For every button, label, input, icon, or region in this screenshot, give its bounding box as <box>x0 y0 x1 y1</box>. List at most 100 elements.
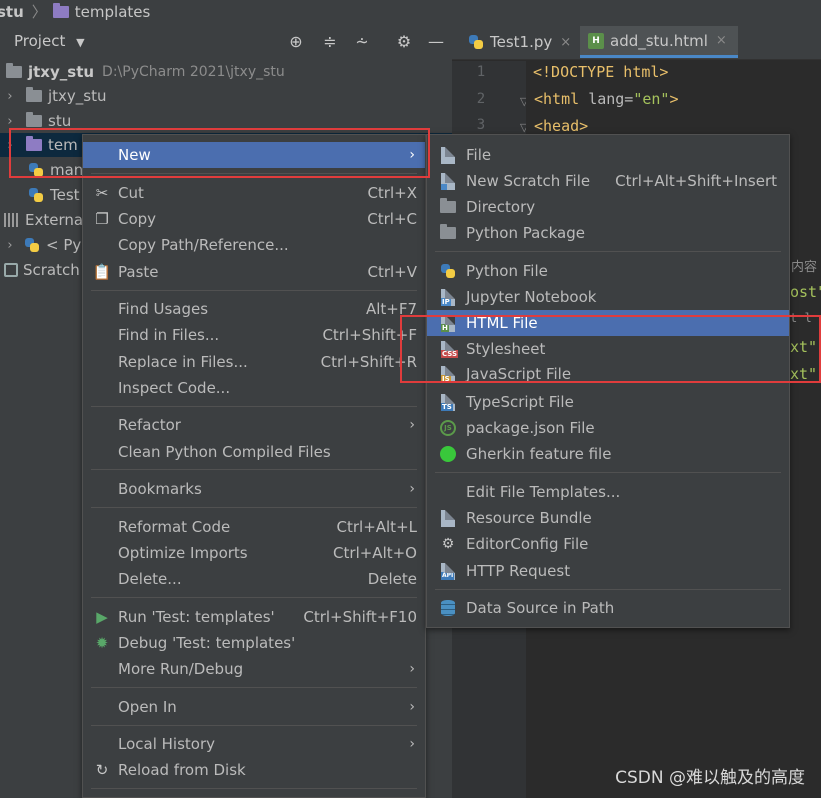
chevron-right-icon[interactable]: › <box>4 114 16 129</box>
submenu-item-editorconfig[interactable]: ⚙ EditorConfig File <box>427 531 789 557</box>
menu-separator <box>91 597 417 598</box>
menu-item-open-in[interactable]: Open In › <box>83 694 425 720</box>
menu-item-more-run-debug[interactable]: More Run/Debug › <box>83 656 425 682</box>
submenu-item-python-file[interactable]: Python File <box>427 258 789 284</box>
chevron-right-icon: › <box>409 699 415 715</box>
menu-item-local-history[interactable]: Local History › <box>83 731 425 757</box>
submenu-item-new-scratch-file[interactable]: New Scratch File Ctrl+Alt+Shift+Insert <box>427 168 789 194</box>
tree-item-python-sdk[interactable]: › < Py <box>4 233 81 257</box>
minimize-icon[interactable]: — <box>426 32 446 51</box>
expand-icon[interactable]: ≑ <box>320 32 340 51</box>
menu-item-find-in-files[interactable]: Find in Files... Ctrl+Shift+F <box>83 322 425 348</box>
submenu-item-directory[interactable]: Directory <box>427 194 789 220</box>
code-fragment: ost" <box>790 283 821 301</box>
library-icon <box>4 213 20 227</box>
tree-item-test[interactable]: Test <box>28 183 80 207</box>
annotation-box-html-file <box>400 315 821 383</box>
menu-item-refactor[interactable]: Refactor › <box>83 412 425 438</box>
menu-item-delete[interactable]: Delete... Delete <box>83 566 425 592</box>
menu-item-replace-in-files[interactable]: Replace in Files... Ctrl+Shift+R <box>83 349 425 375</box>
scratch-icon <box>4 263 18 277</box>
menu-separator <box>91 406 417 407</box>
collapse-icon[interactable]: ⩪ <box>352 32 372 51</box>
menu-item-reformat-code[interactable]: Reformat Code Ctrl+Alt+L <box>83 514 425 540</box>
submenu-item-shortcut: Ctrl+Alt+Shift+Insert <box>615 172 777 190</box>
code-line: <html lang="en"> <box>534 90 679 108</box>
gear-icon[interactable]: ⚙ <box>394 32 414 51</box>
submenu-item-gherkin-feature[interactable]: Gherkin feature file <box>427 441 789 467</box>
menu-separator <box>91 290 417 291</box>
line-number: 3 <box>476 117 486 133</box>
menu-item-label: Local History <box>118 735 216 753</box>
tree-item-label: jtxy_stu <box>48 87 107 105</box>
submenu-item-data-source-in-path[interactable]: Data Source in Path <box>427 595 789 621</box>
package-folder-icon <box>439 224 457 242</box>
menu-item-label: Find in Files... <box>118 326 220 344</box>
submenu-item-package-json[interactable]: JS package.json File <box>427 415 789 441</box>
menu-item-copy-path[interactable]: Copy Path/Reference... <box>83 232 425 258</box>
tab-label: Test1.py <box>490 33 553 51</box>
close-icon[interactable]: × <box>716 33 727 48</box>
menu-item-label: Refactor <box>118 416 181 434</box>
menu-item-paste[interactable]: 📋 Paste Ctrl+V <box>83 259 425 285</box>
close-icon[interactable]: × <box>560 35 571 50</box>
python-file-icon <box>468 34 484 50</box>
tree-item-external-libraries[interactable]: Externa <box>4 208 83 232</box>
menu-item-shortcut: Ctrl+Alt+L <box>336 518 418 536</box>
submenu-item-python-package[interactable]: Python Package <box>427 220 789 246</box>
target-icon[interactable]: ⊕ <box>286 32 306 51</box>
menu-item-run[interactable]: ▶ Run 'Test: templates' Ctrl+Shift+F10 <box>83 604 425 630</box>
line-number: 2 <box>476 91 486 107</box>
folder-icon <box>26 87 42 102</box>
python-file-icon <box>439 262 457 280</box>
submenu-item-label: File <box>466 146 492 164</box>
menu-item-debug[interactable]: ✹ Debug 'Test: templates' <box>83 630 425 656</box>
menu-item-label: Reformat Code <box>118 518 231 536</box>
menu-item-shortcut: Ctrl+Shift+F10 <box>303 608 417 626</box>
menu-item-label: Reload from Disk <box>118 761 246 779</box>
tree-item-label: Externa <box>25 211 84 229</box>
menu-item-inspect-code[interactable]: Inspect Code... <box>83 375 425 401</box>
tab-add-stu-html[interactable]: H add_stu.html × <box>580 26 738 58</box>
project-view-selector[interactable]: Project ▼ <box>14 32 85 50</box>
file-icon <box>439 146 457 164</box>
menu-item-find-usages[interactable]: Find Usages Alt+F7 <box>83 296 425 322</box>
submenu-item-http-request[interactable]: API HTTP Request <box>427 558 789 584</box>
line-number: 1 <box>476 64 486 80</box>
menu-separator <box>91 507 417 508</box>
project-panel-header: Project ▼ ⊕ ≑ ⩪ ⚙ — <box>0 28 452 56</box>
typescript-file-icon: TS <box>439 393 457 411</box>
folder-icon <box>439 198 457 216</box>
gear-icon: ⚙ <box>441 536 455 552</box>
menu-item-copy[interactable]: ❐ Copy Ctrl+C <box>83 206 425 232</box>
menu-item-bookmarks[interactable]: Bookmarks › <box>83 476 425 502</box>
submenu-item-file[interactable]: File <box>427 142 789 168</box>
menu-item-label: Clean Python Compiled Files <box>118 443 331 461</box>
jupyter-notebook-icon: IP <box>439 288 457 306</box>
menu-item-label: Run 'Test: templates' <box>118 608 275 626</box>
chevron-right-icon: › <box>409 661 415 677</box>
breadcrumb-project[interactable]: stu <box>0 4 24 20</box>
submenu-item-label: EditorConfig File <box>466 535 589 553</box>
menu-item-clean-python-compiled[interactable]: Clean Python Compiled Files <box>83 439 425 465</box>
chevron-right-icon[interactable]: › <box>4 89 16 104</box>
debug-icon: ✹ <box>95 634 109 652</box>
menu-item-label: Open In <box>118 698 177 716</box>
submenu-item-resource-bundle[interactable]: Resource Bundle <box>427 505 789 531</box>
submenu-item-typescript-file[interactable]: TS TypeScript File <box>427 389 789 415</box>
menu-item-label: Cut <box>118 184 144 202</box>
tree-item-scratches[interactable]: Scratch <box>4 258 80 282</box>
menu-item-cut[interactable]: ✂ Cut Ctrl+X <box>83 180 425 206</box>
chevron-right-icon[interactable]: › <box>4 238 16 253</box>
tree-item-jtxy-stu[interactable]: › jtxy_stu <box>4 84 107 108</box>
submenu-item-jupyter-notebook[interactable]: IP Jupyter Notebook <box>427 284 789 310</box>
submenu-item-edit-file-templates[interactable]: Edit File Templates... <box>427 479 789 505</box>
menu-item-label: Find Usages <box>118 300 209 318</box>
menu-item-label: Optimize Imports <box>118 544 248 562</box>
menu-item-reload-from-disk[interactable]: ↻ Reload from Disk <box>83 757 425 783</box>
menu-item-optimize-imports[interactable]: Optimize Imports Ctrl+Alt+O <box>83 540 425 566</box>
breadcrumb-folder[interactable]: templates <box>52 3 150 20</box>
code-fragment: 内容 <box>791 260 818 275</box>
tab-test1-py[interactable]: Test1.py × <box>460 26 579 58</box>
tree-item-root[interactable]: jtxy_stu D:\PyCharm 2021\jtxy_stu <box>6 60 285 84</box>
